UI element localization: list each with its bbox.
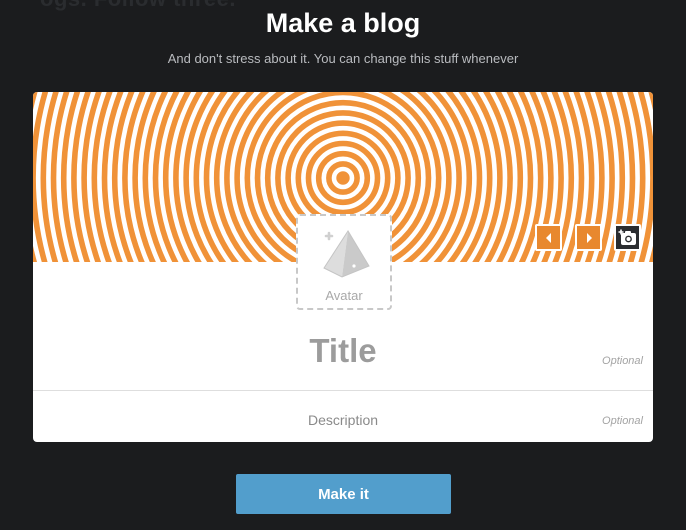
- prev-header-button[interactable]: [535, 224, 562, 251]
- description-input[interactable]: Description: [33, 412, 653, 428]
- blog-setup-card: Avatar Title Optional Description Option…: [33, 92, 653, 442]
- description-optional-hint: Optional: [602, 415, 643, 427]
- modal-subtitle: And don't stress about it. You can chang…: [167, 51, 519, 66]
- avatar-upload[interactable]: Avatar: [296, 214, 392, 310]
- modal-title: Make a blog: [265, 8, 421, 38]
- title-optional-hint: Optional: [602, 355, 643, 367]
- title-input[interactable]: Title: [33, 332, 653, 370]
- pyramid-add-icon: [323, 230, 370, 278]
- upload-header-button[interactable]: [614, 224, 641, 251]
- field-divider: [33, 390, 653, 391]
- camera-add-icon: [618, 229, 636, 245]
- chevron-left-icon: [545, 232, 551, 243]
- next-header-button[interactable]: [575, 224, 602, 251]
- make-blog-page: ogs. Follow three. Make a blog And don't…: [0, 0, 686, 530]
- make-it-button[interactable]: Make it: [236, 474, 451, 514]
- avatar-label: Avatar: [325, 288, 363, 303]
- chevron-right-icon: [586, 232, 592, 243]
